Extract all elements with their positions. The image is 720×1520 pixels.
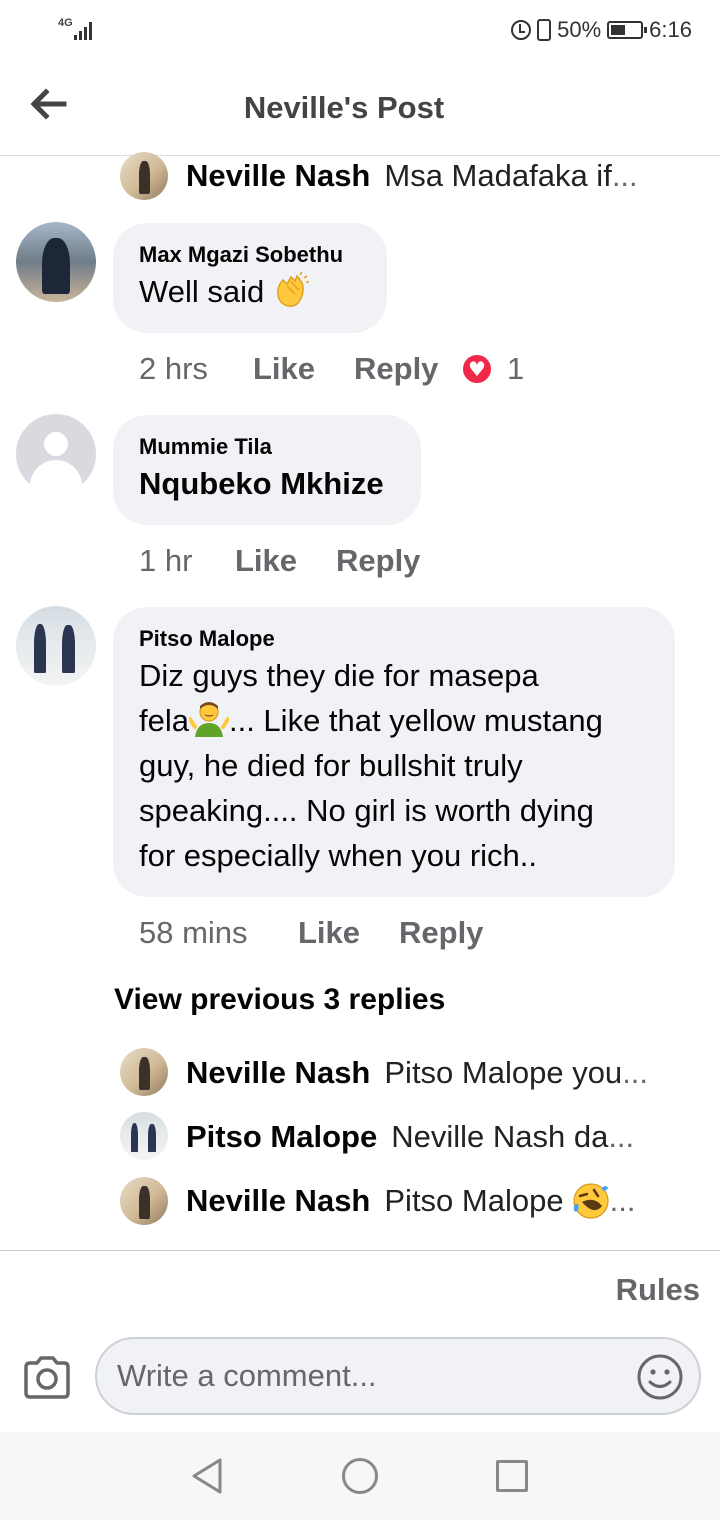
comment-line: fela ... Like that yellow mustang [139, 698, 649, 743]
person-shrugging-icon [187, 699, 230, 739]
comment-time: 2 hrs [139, 351, 208, 386]
comment-time: 1 hr [139, 543, 193, 578]
reaction-count: 1 [507, 351, 525, 386]
nav-back-icon[interactable] [190, 1456, 224, 1496]
like-button[interactable]: Like [253, 351, 354, 387]
avatar[interactable] [120, 152, 168, 200]
reply-text: Pitso Malope you [384, 1055, 623, 1090]
comment-line: guy, he died for bullshit truly [139, 748, 523, 783]
comment-text: Well said [139, 269, 361, 314]
nav-recent-apps-icon[interactable] [496, 1460, 528, 1492]
reply-ellipsis: ... [609, 1183, 636, 1218]
avatar[interactable] [120, 1048, 168, 1096]
status-right: 50% 6:16 [511, 17, 692, 43]
comment-bubble[interactable]: Mummie Tila Nqubeko Mkhize [113, 415, 421, 525]
like-button[interactable]: Like [298, 915, 399, 951]
avatar[interactable] [16, 222, 96, 302]
reply-ellipsis: ... [608, 1119, 635, 1154]
reply-author[interactable]: Neville Nash [186, 1055, 370, 1091]
comment-fragment: ... Like that yellow mustang [228, 703, 603, 738]
comment-text[interactable]: Nqubeko Mkhize [139, 461, 395, 506]
love-reaction-icon [461, 353, 493, 385]
footer-divider [0, 1250, 720, 1251]
alarm-icon [511, 20, 532, 40]
nav-home-icon[interactable] [342, 1458, 378, 1494]
battery-percent: 50% [557, 17, 602, 42]
post-header: Neville's Post [0, 62, 720, 156]
reply-preview[interactable]: Neville Nash Pitso Malope ... [186, 1181, 635, 1221]
comment-line: for especially when you rich.. [139, 838, 538, 873]
comment-placeholder: Write a comment... [117, 1358, 377, 1393]
reply-button[interactable]: Reply [399, 915, 483, 951]
comment-time: 58 mins [139, 915, 248, 950]
reply-text: Neville Nash da [391, 1119, 609, 1154]
reaction-summary[interactable]: 1 [461, 351, 524, 387]
avatar[interactable] [120, 1177, 168, 1225]
comment-input[interactable]: Write a comment... [95, 1337, 701, 1415]
clapping-hands-icon [273, 271, 311, 308]
reply-author[interactable]: Neville Nash [186, 1183, 370, 1219]
reply-author[interactable]: Pitso Malope [186, 1119, 377, 1155]
comment-bubble[interactable]: Max Mgazi Sobethu Well said [113, 223, 387, 333]
person-silhouette-icon [44, 432, 68, 456]
reply-button[interactable]: Reply [336, 543, 420, 579]
comment-author[interactable]: Pitso Malope [139, 625, 649, 653]
view-previous-replies-link[interactable]: View previous 3 replies [114, 983, 445, 1017]
system-navigation-bar [0, 1432, 720, 1520]
reply-text: Pitso Malope [384, 1183, 564, 1218]
comment-author[interactable]: Mummie Tila [139, 433, 395, 461]
comment-bubble[interactable]: Pitso Malope Diz guys they die for masep… [113, 607, 675, 897]
comment-line: speaking.... No girl is worth dying [139, 793, 594, 828]
comment-text: Diz guys they die for masepa fela ... Li… [139, 653, 649, 878]
comment-text-content: Well said [139, 274, 265, 309]
comment-author[interactable]: Max Mgazi Sobethu [139, 241, 361, 269]
reply-preview[interactable]: Pitso Malope Neville Nash da ... [186, 1117, 634, 1157]
comment-actions: 2 hrs Like Reply 1 [139, 349, 524, 389]
comment-actions: 1 hr Like Reply [139, 541, 420, 581]
rules-link[interactable]: Rules [616, 1272, 700, 1308]
reply-text: Msa Madafaka if [384, 158, 612, 193]
reply-ellipsis: ... [622, 1055, 649, 1090]
comment-actions: 58 mins Like Reply [139, 913, 483, 953]
status-bar: 4G 50% 6:16 [0, 0, 720, 62]
avatar[interactable] [16, 606, 96, 686]
like-button[interactable]: Like [235, 543, 336, 579]
reply-button[interactable]: Reply [354, 351, 461, 387]
reply-ellipsis: ... [611, 158, 638, 193]
reply-preview[interactable]: Neville Nash Pitso Malope you ... [186, 1053, 648, 1093]
network-type: 4G [58, 17, 73, 29]
reply-preview[interactable]: Neville Nash Msa Madafaka if ... [186, 156, 638, 196]
comment-fragment: fela [139, 703, 189, 738]
rolling-on-floor-laughing-icon [572, 1182, 610, 1220]
comment-line: Diz guys they die for masepa [139, 658, 539, 693]
battery-icon [607, 21, 648, 39]
clock: 6:16 [649, 17, 692, 42]
page-title: Neville's Post [243, 90, 445, 125]
avatar[interactable] [120, 1112, 168, 1160]
signal-icon [74, 20, 92, 40]
vibrate-icon [537, 19, 552, 41]
reply-author[interactable]: Neville Nash [186, 158, 370, 194]
camera-icon[interactable] [22, 1355, 72, 1399]
emoji-picker-icon[interactable] [636, 1353, 684, 1401]
default-avatar[interactable] [16, 414, 96, 494]
